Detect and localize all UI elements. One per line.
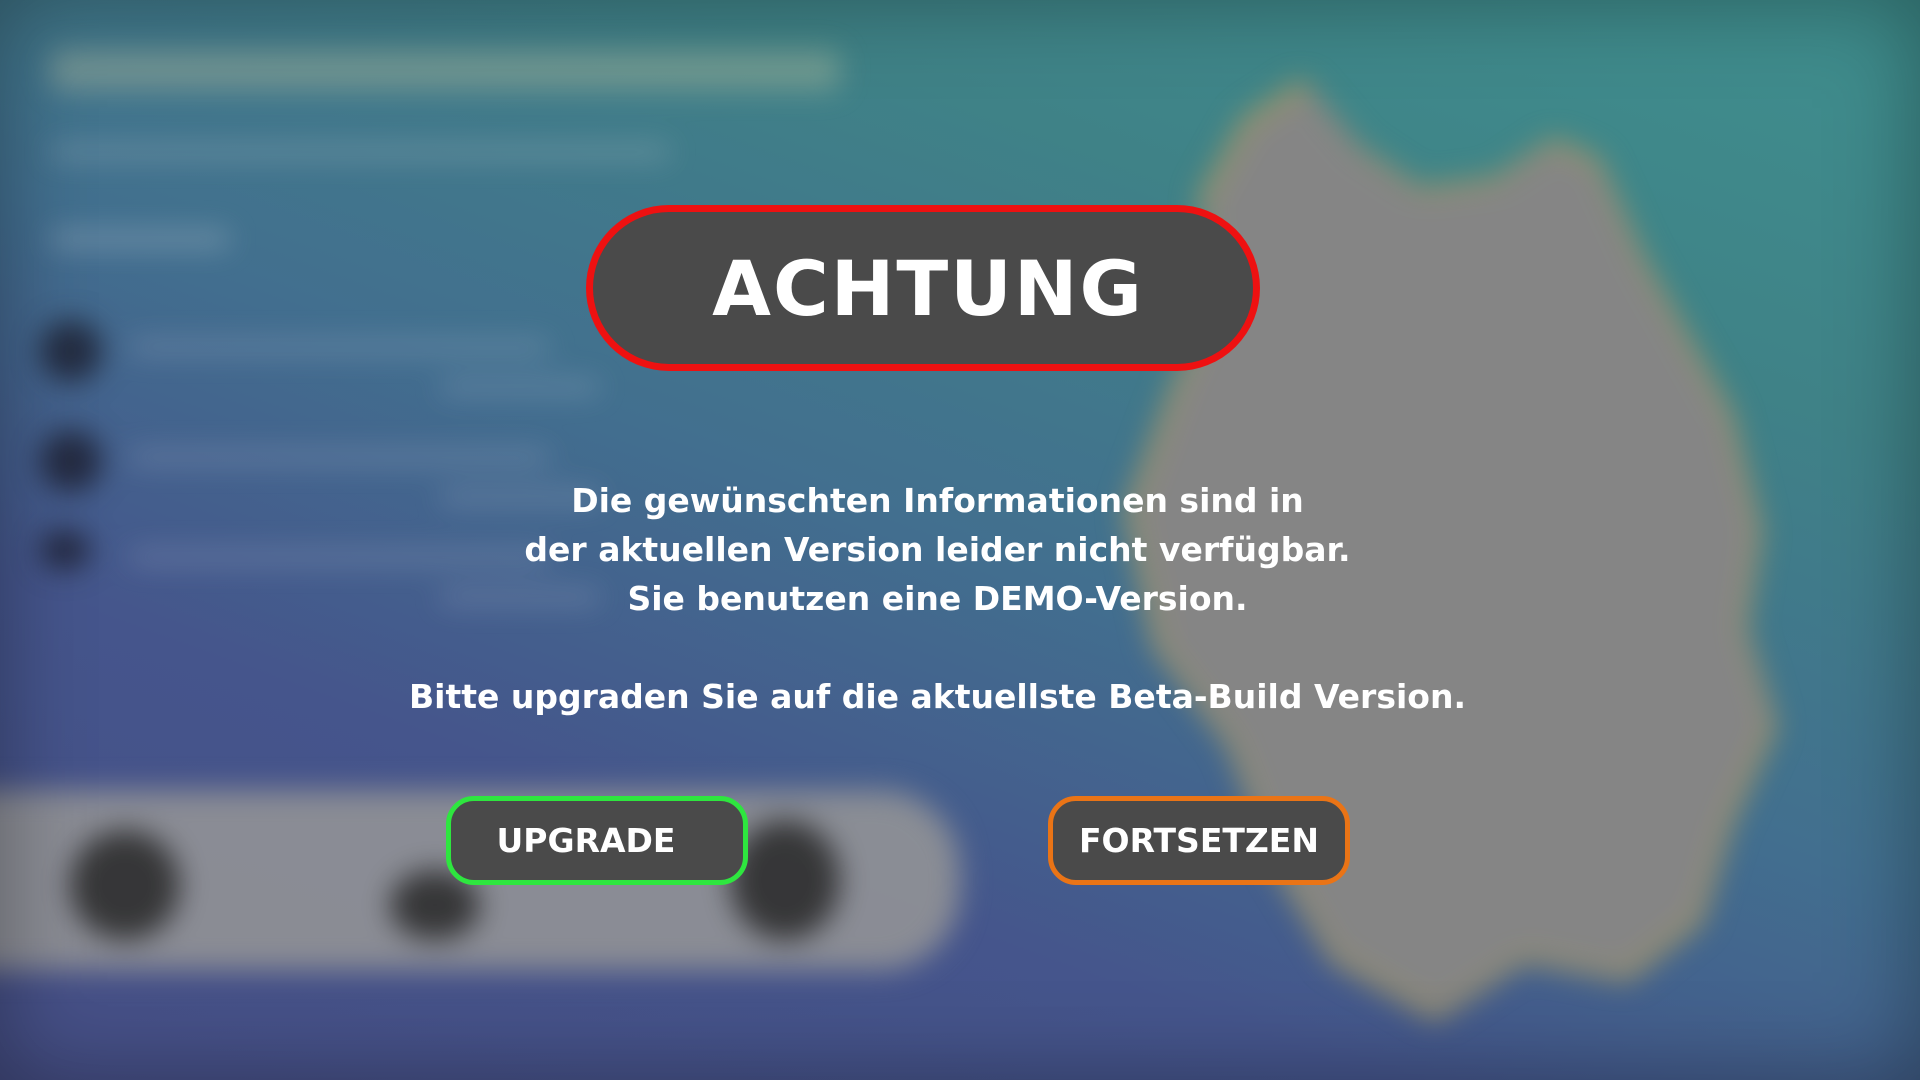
warning-message: Die gewünschten Informationen sind in de… (0, 476, 1875, 721)
continue-button[interactable]: FORTSETZEN (1048, 796, 1350, 885)
warning-title: ACHTUNG (712, 243, 1144, 333)
demo-warning-dialog: ACHTUNG Die gewünschten Informationen si… (0, 0, 1920, 1080)
continue-button-label: FORTSETZEN (1079, 821, 1319, 860)
upgrade-note: Bitte upgraden Sie auf die aktuellste Be… (409, 677, 1466, 716)
upgrade-button[interactable]: UPGRADE (446, 796, 748, 885)
upgrade-button-label: UPGRADE (496, 821, 676, 860)
warning-message-line: der aktuellen Version leider nicht verfü… (524, 530, 1351, 569)
warning-title-pill: ACHTUNG (586, 205, 1260, 371)
warning-message-line: Sie benutzen eine DEMO-Version. (627, 579, 1248, 618)
warning-message-line: Die gewünschten Informationen sind in (571, 481, 1304, 520)
